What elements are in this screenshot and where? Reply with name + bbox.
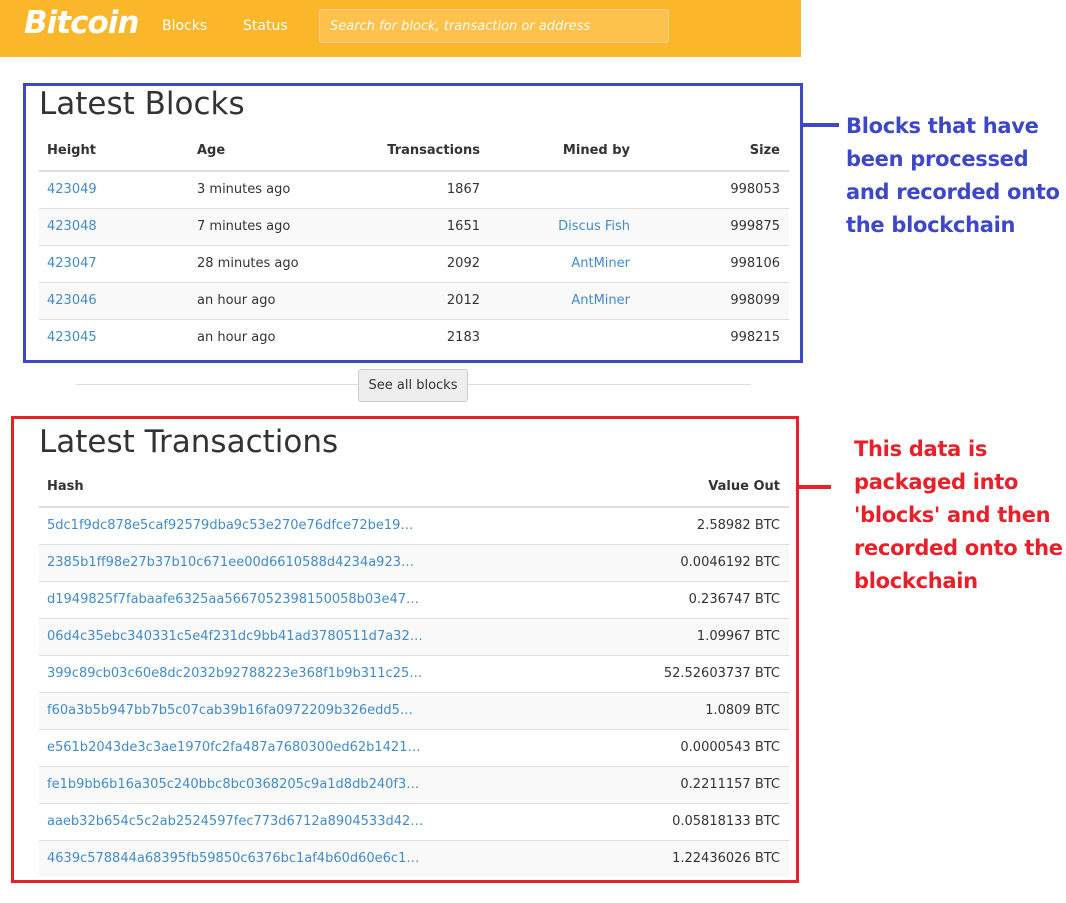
block-size: 999875 — [730, 219, 780, 234]
block-size: 998106 — [730, 256, 780, 271]
transaction-hash-link[interactable]: 2385b1ff98e27b37b10c671ee00d6610588d4234… — [47, 545, 414, 581]
transaction-hash-link[interactable]: e561b2043de3c3ae1970fc2fa487a7680300ed62… — [47, 730, 420, 766]
transaction-hash-link[interactable]: f60a3b5b947bb7b5c07cab39b16fa0972209b326… — [47, 693, 413, 729]
block-height-link[interactable]: 423045 — [47, 320, 97, 356]
block-age: 28 minutes ago — [197, 256, 299, 271]
column-header-transactions: Transactions — [387, 143, 480, 158]
blocks-table-header: Height Age Transactions Mined by Size — [39, 133, 789, 172]
block-miner-link[interactable]: AntMiner — [571, 283, 630, 319]
block-height-link[interactable]: 423047 — [47, 246, 97, 282]
search-input[interactable] — [319, 9, 669, 43]
blocks-note-line: been processed — [846, 147, 1029, 171]
transaction-hash-link[interactable]: aaeb32b654c5c2ab2524597fec773d6712a89045… — [47, 804, 423, 840]
latest-transactions-title: Latest Transactions — [39, 424, 339, 460]
transaction-hash-link[interactable]: 5dc1f9dc878e5caf92579dba9c53e270e76dfce7… — [47, 508, 413, 544]
transactions-note-line: blockchain — [854, 569, 978, 593]
block-transactions: 1651 — [446, 219, 480, 234]
table-row: 423048 7 minutes ago 1651 Discus Fish 999875 — [39, 208, 789, 245]
see-all-blocks-button[interactable]: See all blocks — [358, 369, 468, 402]
transactions-note-line: packaged into — [854, 470, 1019, 494]
transaction-value-out: 0.0000543 BTC — [680, 740, 780, 755]
navbar: Bitcoin Blocks Status — [0, 0, 801, 57]
table-row: 5dc1f9dc878e5caf92579dba9c53e270e76dfce7… — [39, 508, 789, 544]
block-transactions: 1867 — [446, 182, 480, 197]
blocks-note-line: and recorded onto — [846, 180, 1060, 204]
block-height-link[interactable]: 423046 — [47, 283, 97, 319]
blocks-note-line: the blockchain — [846, 213, 1016, 237]
block-transactions: 2183 — [446, 330, 480, 345]
block-height-link[interactable]: 423049 — [47, 172, 97, 208]
nav-link-status[interactable]: Status — [243, 18, 288, 34]
blocks-annotation-connector — [803, 123, 839, 127]
column-header-age: Age — [197, 143, 226, 158]
table-row: 399c89cb03c60e8dc2032b92788223e368f1b9b3… — [39, 655, 789, 692]
transaction-value-out: 1.22436026 BTC — [672, 851, 780, 866]
block-size: 998215 — [730, 330, 780, 345]
transaction-value-out: 0.236747 BTC — [688, 592, 780, 607]
transaction-value-out: 1.09967 BTC — [696, 629, 780, 644]
transaction-value-out: 1.0809 BTC — [705, 703, 780, 718]
block-height-link[interactable]: 423048 — [47, 209, 97, 245]
table-row: 423047 28 minutes ago 2092 AntMiner 998106 — [39, 245, 789, 282]
transaction-hash-link[interactable]: 399c89cb03c60e8dc2032b92788223e368f1b9b3… — [47, 656, 422, 692]
table-row: fe1b9bb6b16a305c240bbc8bc0368205c9a1d8db… — [39, 766, 789, 803]
block-age: 3 minutes ago — [197, 182, 291, 197]
block-transactions: 2012 — [446, 293, 480, 308]
column-header-hash: Hash — [47, 479, 84, 494]
block-size: 998099 — [730, 293, 780, 308]
table-row: 423045 an hour ago 2183 998215 — [39, 319, 789, 356]
table-row: 423049 3 minutes ago 1867 998053 — [39, 172, 789, 208]
table-row: 423046 an hour ago 2012 AntMiner 998099 — [39, 282, 789, 319]
transactions-note-line: 'blocks' and then — [854, 503, 1051, 527]
transactions-annotation-note: This data is packaged into 'blocks' and … — [854, 433, 1066, 598]
table-row: aaeb32b654c5c2ab2524597fec773d6712a89045… — [39, 803, 789, 840]
column-header-size: Size — [749, 143, 780, 158]
transaction-hash-link[interactable]: 06d4c35ebc340331c5e4f231dc9bb41ad3780511… — [47, 619, 423, 655]
block-age: 7 minutes ago — [197, 219, 291, 234]
transactions-annotation-connector — [799, 485, 831, 489]
transactions-table-body: 5dc1f9dc878e5caf92579dba9c53e270e76dfce7… — [39, 508, 789, 877]
block-miner-link[interactable]: AntMiner — [571, 246, 630, 282]
table-row: 4639c578844a68395fb59850c6376bc1af4b60d6… — [39, 840, 789, 877]
transaction-hash-link[interactable]: d1949825f7fabaafe6325aa5667052398150058b… — [47, 582, 419, 618]
block-transactions: 2092 — [446, 256, 480, 271]
transaction-value-out: 2.58982 BTC — [696, 518, 780, 533]
table-row: f60a3b5b947bb7b5c07cab39b16fa0972209b326… — [39, 692, 789, 729]
blocks-note-line: Blocks that have — [846, 114, 1039, 138]
transaction-value-out: 0.2211157 BTC — [680, 777, 780, 792]
transactions-table-header: Hash Value Out — [39, 469, 789, 508]
blocks-annotation-note: Blocks that have been processed and reco… — [846, 110, 1066, 242]
block-age: an hour ago — [197, 330, 276, 345]
column-header-mined-by: Mined by — [562, 143, 630, 158]
column-header-value-out: Value Out — [708, 479, 780, 494]
nav-link-blocks[interactable]: Blocks — [162, 18, 207, 34]
transaction-hash-link[interactable]: fe1b9bb6b16a305c240bbc8bc0368205c9a1d8db… — [47, 767, 419, 803]
table-row: 2385b1ff98e27b37b10c671ee00d6610588d4234… — [39, 544, 789, 581]
table-row: 06d4c35ebc340331c5e4f231dc9bb41ad3780511… — [39, 618, 789, 655]
blocks-table: Height Age Transactions Mined by Size 42… — [39, 133, 789, 356]
table-row: d1949825f7fabaafe6325aa5667052398150058b… — [39, 581, 789, 618]
block-size: 998053 — [730, 182, 780, 197]
transactions-table: Hash Value Out 5dc1f9dc878e5caf92579dba9… — [39, 469, 789, 877]
transaction-value-out: 52.52603737 BTC — [663, 666, 780, 681]
brand-logo[interactable]: Bitcoin — [24, 5, 139, 41]
transactions-note-line: This data is — [854, 437, 988, 461]
latest-blocks-title: Latest Blocks — [39, 86, 245, 122]
table-row: e561b2043de3c3ae1970fc2fa487a7680300ed62… — [39, 729, 789, 766]
column-header-height: Height — [47, 143, 96, 158]
transaction-hash-link[interactable]: 4639c578844a68395fb59850c6376bc1af4b60d6… — [47, 841, 419, 877]
block-age: an hour ago — [197, 293, 276, 308]
transaction-value-out: 0.05818133 BTC — [672, 814, 780, 829]
blocks-table-body: 423049 3 minutes ago 1867 998053 423048 7 min… — [39, 172, 789, 356]
transaction-value-out: 0.0046192 BTC — [680, 555, 780, 570]
block-miner-link[interactable]: Discus Fish — [558, 209, 630, 245]
transactions-note-line: recorded onto the — [854, 536, 1063, 560]
